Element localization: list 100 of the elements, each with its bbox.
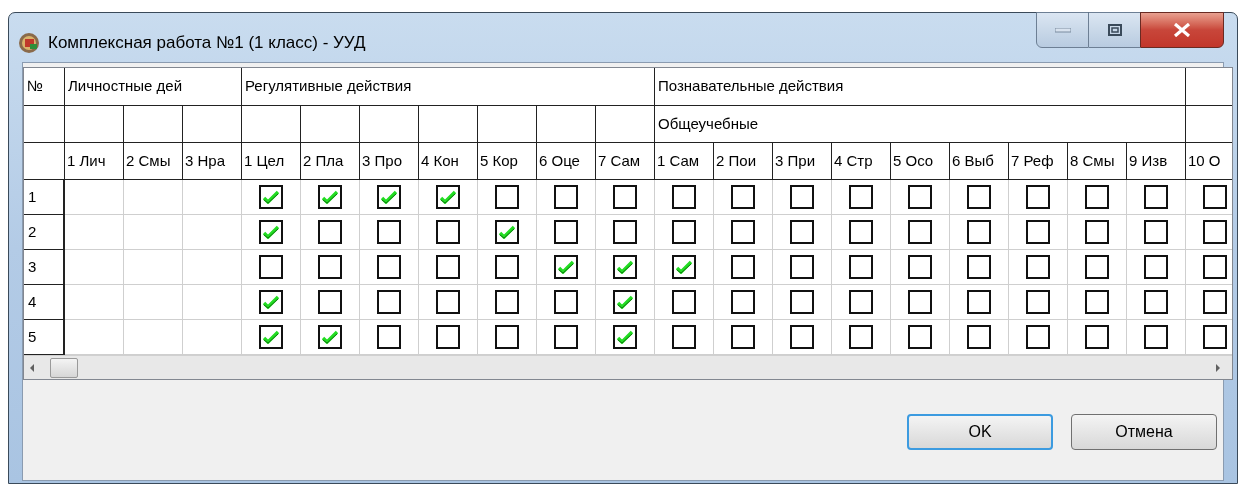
checkbox[interactable] xyxy=(908,220,932,244)
checkbox[interactable] xyxy=(436,290,460,314)
checkbox[interactable] xyxy=(1026,185,1050,209)
checkbox[interactable] xyxy=(1203,290,1227,314)
checkbox[interactable] xyxy=(672,290,696,314)
checkbox[interactable] xyxy=(731,220,755,244)
checkbox[interactable] xyxy=(849,185,873,209)
checkbox[interactable] xyxy=(318,255,342,279)
checkbox[interactable] xyxy=(554,220,578,244)
checkbox[interactable] xyxy=(613,185,637,209)
checkbox[interactable] xyxy=(1085,185,1109,209)
checkbox[interactable] xyxy=(377,290,401,314)
checkbox[interactable] xyxy=(1144,220,1168,244)
checkbox[interactable] xyxy=(849,220,873,244)
checkbox[interactable] xyxy=(554,255,578,279)
checkbox[interactable] xyxy=(967,220,991,244)
checkbox[interactable] xyxy=(1026,325,1050,349)
table-cell xyxy=(124,180,183,215)
checkbox[interactable] xyxy=(967,185,991,209)
checkbox[interactable] xyxy=(377,255,401,279)
checkbox[interactable] xyxy=(908,255,932,279)
checkbox[interactable] xyxy=(318,220,342,244)
checkbox[interactable] xyxy=(672,255,696,279)
horizontal-scrollbar[interactable] xyxy=(24,355,1232,379)
checkbox[interactable] xyxy=(672,185,696,209)
checkbox[interactable] xyxy=(1026,290,1050,314)
checkbox[interactable] xyxy=(790,185,814,209)
scrollbar-thumb[interactable] xyxy=(50,357,78,378)
scroll-left-icon[interactable] xyxy=(28,362,36,373)
maximize-button[interactable] xyxy=(1089,12,1140,48)
scroll-right-icon[interactable] xyxy=(1214,362,1222,373)
checkbox[interactable] xyxy=(259,220,283,244)
checkbox[interactable] xyxy=(554,290,578,314)
checkbox[interactable] xyxy=(1085,220,1109,244)
checkbox[interactable] xyxy=(1144,185,1168,209)
checkbox[interactable] xyxy=(849,325,873,349)
checkbox[interactable] xyxy=(731,325,755,349)
checkbox[interactable] xyxy=(377,325,401,349)
checkbox[interactable] xyxy=(908,325,932,349)
checkbox[interactable] xyxy=(849,255,873,279)
checkbox[interactable] xyxy=(731,185,755,209)
checkbox[interactable] xyxy=(790,290,814,314)
checkbox[interactable] xyxy=(613,255,637,279)
checkbox[interactable] xyxy=(495,290,519,314)
checkbox[interactable] xyxy=(377,185,401,209)
checkbox[interactable] xyxy=(495,325,519,349)
checkbox[interactable] xyxy=(613,325,637,349)
checkbox[interactable] xyxy=(967,290,991,314)
checkbox[interactable] xyxy=(1144,290,1168,314)
group-header: Регулятивные действия xyxy=(242,68,655,106)
checkbox[interactable] xyxy=(377,220,401,244)
checkbox[interactable] xyxy=(790,325,814,349)
checkbox[interactable] xyxy=(1026,255,1050,279)
checkbox[interactable] xyxy=(495,220,519,244)
checkbox[interactable] xyxy=(1085,255,1109,279)
checkbox[interactable] xyxy=(1085,325,1109,349)
check-icon xyxy=(499,225,515,239)
checkbox[interactable] xyxy=(1203,255,1227,279)
checkbox[interactable] xyxy=(731,290,755,314)
checkbox[interactable] xyxy=(1144,255,1168,279)
checkbox[interactable] xyxy=(613,290,637,314)
checkbox[interactable] xyxy=(790,220,814,244)
checkbox[interactable] xyxy=(495,255,519,279)
checkbox[interactable] xyxy=(259,255,283,279)
checkbox[interactable] xyxy=(554,185,578,209)
checkbox[interactable] xyxy=(259,185,283,209)
checkbox[interactable] xyxy=(1144,325,1168,349)
checkbox[interactable] xyxy=(790,255,814,279)
column-header: 8 Смы xyxy=(1068,143,1127,180)
checkbox[interactable] xyxy=(318,290,342,314)
checkbox[interactable] xyxy=(1203,220,1227,244)
close-button[interactable] xyxy=(1140,12,1224,48)
checkbox[interactable] xyxy=(849,290,873,314)
checkbox[interactable] xyxy=(1203,185,1227,209)
check-icon xyxy=(263,190,279,204)
checkbox[interactable] xyxy=(672,220,696,244)
checkbox[interactable] xyxy=(259,290,283,314)
checkbox[interactable] xyxy=(967,255,991,279)
checkbox[interactable] xyxy=(436,185,460,209)
checkbox[interactable] xyxy=(554,325,578,349)
checkbox[interactable] xyxy=(1026,220,1050,244)
checkbox[interactable] xyxy=(908,290,932,314)
checkbox[interactable] xyxy=(436,220,460,244)
checkbox[interactable] xyxy=(259,325,283,349)
minimize-button[interactable] xyxy=(1036,12,1089,48)
checkbox[interactable] xyxy=(318,185,342,209)
checkbox[interactable] xyxy=(967,325,991,349)
dialog-button[interactable]: Отмена xyxy=(1071,414,1217,450)
checkbox[interactable] xyxy=(436,255,460,279)
checkbox[interactable] xyxy=(613,220,637,244)
checkbox[interactable] xyxy=(318,325,342,349)
checkbox[interactable] xyxy=(436,325,460,349)
checkbox[interactable] xyxy=(672,325,696,349)
header-cell xyxy=(301,106,360,143)
checkbox[interactable] xyxy=(731,255,755,279)
checkbox[interactable] xyxy=(1085,290,1109,314)
checkbox[interactable] xyxy=(908,185,932,209)
checkbox[interactable] xyxy=(495,185,519,209)
dialog-button[interactable]: OK xyxy=(907,414,1053,450)
checkbox[interactable] xyxy=(1203,325,1227,349)
